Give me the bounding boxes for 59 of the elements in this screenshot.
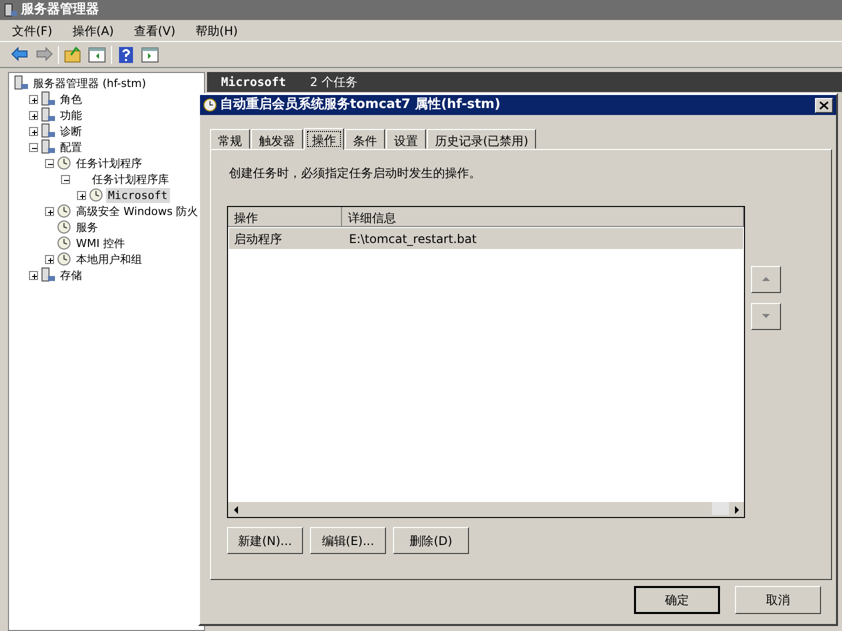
table-cell-text: 启动程序 [233, 230, 283, 248]
panel-icon[interactable] [87, 44, 107, 64]
server-icon [4, 3, 18, 17]
tree-item[interactable]: 诊断 [58, 124, 84, 138]
tab[interactable]: 条件 [345, 129, 385, 149]
tab[interactable]: 触发器 [251, 129, 303, 149]
tree-item[interactable]: 任务计划程序库 [90, 172, 171, 186]
tree-item[interactable]: 任务计划程序 [74, 156, 144, 170]
menu-item[interactable]: 帮助(H) [193, 22, 240, 40]
tree-item[interactable]: 高级安全 Windows 防火 [74, 204, 200, 218]
pane-header-title: Microsoft [221, 74, 286, 91]
expand-icon[interactable] [45, 254, 54, 264]
tree-item[interactable]: 服务器管理器 (hf-stm) [31, 76, 148, 90]
scrollbar[interactable] [228, 502, 744, 517]
action-button[interactable]: 删除(D) [393, 527, 469, 554]
tree-item[interactable]: WMI 控件 [74, 236, 128, 250]
window-title: 服务器管理器 [21, 1, 99, 20]
menu-item[interactable]: 操作(A) [70, 22, 116, 40]
scroll-right-icon[interactable] [734, 506, 740, 514]
tab[interactable]: 操作 [304, 128, 344, 150]
collapse-icon[interactable] [45, 158, 54, 168]
close-button[interactable] [815, 98, 833, 112]
collapse-icon[interactable] [61, 174, 70, 184]
description-text: 创建任务时，必须指定任务启动时发生的操作。 [229, 165, 482, 182]
tree-item[interactable]: 角色 [58, 92, 84, 106]
ok-button[interactable]: 确定 [634, 586, 720, 614]
scrollbar-thumb[interactable] [712, 502, 729, 515]
scroll-left-icon[interactable] [232, 506, 238, 514]
action-button[interactable]: 编辑(E)... [310, 527, 386, 554]
tree-item[interactable]: 服务 [74, 220, 100, 234]
tab[interactable]: 常规 [210, 129, 250, 149]
expand-icon[interactable] [29, 110, 38, 120]
pane-header-count: 2 个任务 [310, 74, 358, 91]
column-header[interactable]: 操作 [228, 207, 342, 227]
clock-icon [203, 98, 217, 112]
table-row[interactable]: 启动程序 E:\tomcat_restart.bat [229, 228, 743, 249]
tab[interactable]: 设置 [386, 129, 426, 149]
expand-icon[interactable] [77, 190, 86, 200]
expand-icon[interactable] [45, 206, 54, 216]
help-icon[interactable] [116, 44, 136, 64]
tree-item[interactable]: 存储 [58, 268, 84, 282]
cancel-button[interactable]: 取消 [735, 586, 821, 614]
collapse-icon[interactable] [29, 142, 38, 152]
table-cell-text: E:\tomcat_restart.bat [348, 230, 478, 248]
tree-item[interactable]: 本地用户和组 [74, 252, 144, 266]
expand-icon[interactable] [29, 126, 38, 136]
action-button[interactable]: 新建(N)... [227, 527, 303, 554]
dialog-title: 自动重启会员系统服务tomcat7 属性(hf-stm) [220, 96, 500, 114]
tree-item[interactable]: 功能 [58, 108, 84, 122]
tab[interactable]: 历史记录(已禁用) [427, 129, 536, 149]
menu-item[interactable]: 查看(V) [132, 22, 178, 40]
tree-item[interactable]: Microsoft [106, 188, 170, 202]
column-header[interactable]: 详细信息 [342, 207, 744, 227]
tree-item[interactable]: 配置 [58, 140, 84, 154]
expand-icon[interactable] [29, 94, 38, 104]
close-icon[interactable] [819, 100, 829, 110]
menu-item[interactable]: 文件(F) [10, 22, 54, 40]
expand-icon[interactable] [29, 270, 38, 280]
panel-icon[interactable] [140, 44, 160, 64]
